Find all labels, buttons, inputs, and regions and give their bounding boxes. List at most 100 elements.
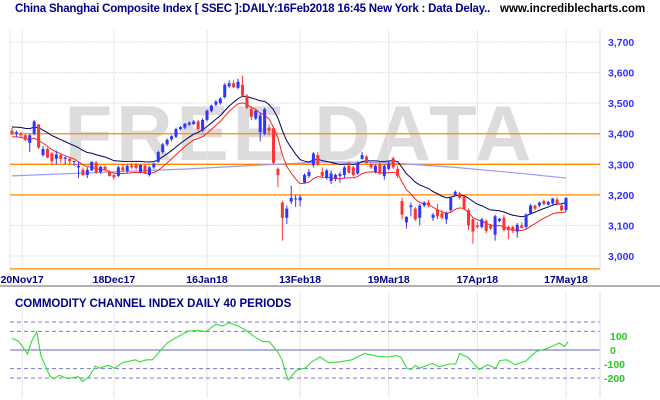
candle-body [551, 198, 555, 204]
candle-body [54, 154, 58, 159]
candle-body [28, 135, 32, 143]
candle-body [170, 136, 174, 140]
candle-body [85, 169, 89, 175]
candle-body [187, 122, 191, 125]
candle-body [41, 149, 45, 156]
candle [245, 93, 249, 110]
candle-body [418, 205, 422, 218]
candle [23, 133, 27, 142]
candle-body [391, 158, 395, 168]
candle-body [263, 109, 267, 134]
candle [462, 194, 466, 211]
candle-body [466, 210, 470, 226]
candle [45, 147, 49, 159]
candle [471, 217, 475, 244]
candle-body [130, 165, 134, 168]
cci-title: COMMODITY CHANNEL INDEX DAILY 40 PERIODS [15, 298, 292, 310]
candle-body [453, 191, 457, 195]
candle-body [546, 201, 550, 205]
candle [382, 164, 386, 180]
candle [529, 204, 533, 215]
candle-body [427, 202, 431, 206]
candle-body [511, 226, 515, 231]
cci-tick-label: 100 [610, 331, 628, 343]
candle-body [108, 171, 112, 176]
candle-body [50, 153, 54, 162]
candle-body [99, 166, 103, 172]
candle [205, 109, 209, 122]
date-tick-label: 20Nov17 [1, 274, 44, 286]
candle-body [276, 168, 280, 175]
candle-body [68, 158, 72, 162]
candle-body [351, 167, 355, 175]
candle-body [431, 214, 435, 218]
candle-body [325, 170, 329, 179]
date-axis: 20Nov17 18Dec17 16Jan18 13Feb18 19Mar18 17Apr… [1, 274, 588, 286]
candle-body [311, 153, 315, 166]
candle-body [365, 156, 369, 163]
candle-body [387, 163, 391, 169]
candle [196, 119, 200, 131]
candle [435, 204, 439, 220]
candle-body [227, 83, 231, 87]
candle [391, 156, 395, 169]
candle [90, 161, 94, 172]
price-tick-label: 3,000 [608, 251, 634, 263]
price-tick-label: 3,100 [608, 220, 634, 232]
candle [271, 126, 275, 165]
candle [542, 199, 546, 206]
candle-body [232, 83, 236, 88]
candle-body [458, 193, 462, 198]
candle [285, 205, 289, 224]
candle-body [471, 219, 475, 232]
candle [223, 83, 227, 99]
candle-body [103, 166, 107, 170]
candle [232, 80, 236, 88]
date-tick-label: 17May18 [544, 274, 588, 286]
candle-body [240, 84, 244, 96]
candle-body [90, 161, 94, 171]
price-tick-label: 3,700 [608, 37, 634, 49]
candle-body [520, 225, 524, 228]
candle [418, 204, 422, 226]
price-chart: FREE DATA 3,0003,1003,2003,3003,4003,500… [0, 30, 660, 398]
candle [546, 200, 550, 206]
candle [263, 107, 267, 136]
candle-body [32, 121, 36, 134]
price-tick-label: 3,200 [608, 190, 634, 202]
candle [493, 214, 497, 241]
candle-body [214, 101, 218, 105]
candle [444, 211, 448, 224]
price-tick-label: 3,400 [608, 129, 634, 141]
candle-body [59, 155, 63, 159]
candle-body [201, 119, 205, 131]
candle-body [404, 216, 408, 223]
candle-body [125, 165, 129, 172]
candle-body [338, 174, 342, 176]
candle-body [449, 197, 453, 211]
candle-body [560, 205, 564, 211]
candle [466, 208, 470, 231]
candle-body [271, 128, 275, 163]
price-axis: 3,000 3,100 3,200 3,300 3,400 3,500 3,600 3,700 [608, 37, 634, 263]
date-tick-label: 13Feb18 [279, 274, 321, 286]
candle-body [116, 167, 120, 176]
candle [161, 142, 165, 154]
candle-body [147, 167, 151, 175]
candle-body [542, 200, 546, 205]
candle-body [192, 121, 196, 124]
candle [240, 75, 244, 98]
candle-body [515, 224, 519, 232]
candle [276, 167, 280, 188]
candle-body [382, 165, 386, 176]
candle-body [502, 217, 506, 231]
cci-tick-label: -100 [604, 359, 625, 371]
candle [50, 152, 54, 165]
candle-body [76, 165, 80, 168]
candle [311, 152, 315, 168]
candle [458, 191, 462, 200]
date-tick-label: 18Dec17 [93, 274, 136, 286]
candle [351, 165, 355, 177]
candle-body [258, 115, 262, 133]
candle-body [342, 167, 346, 175]
